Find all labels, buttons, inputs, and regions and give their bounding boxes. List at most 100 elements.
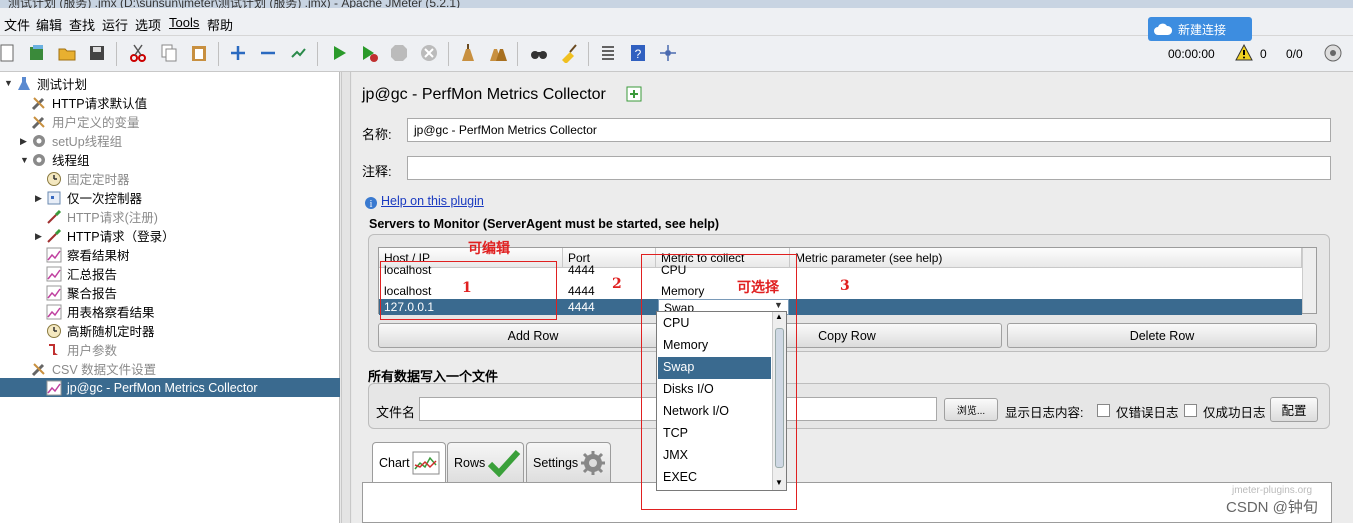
dropdown-option[interactable]: Disks I/O: [658, 379, 771, 401]
dropdown-scrollbar[interactable]: ▲ ▼: [772, 312, 786, 490]
tab-rows-label: Rows: [454, 455, 486, 470]
tree-node[interactable]: 察看结果树: [46, 245, 130, 264]
scroll-down-icon[interactable]: ▼: [775, 478, 783, 487]
tree-node[interactable]: setUp线程组: [31, 131, 122, 150]
toggle-icon[interactable]: [287, 42, 309, 64]
menu-edit[interactable]: 编辑: [36, 15, 62, 34]
table-cell-param[interactable]: [790, 283, 1302, 299]
plugin-watermark: jmeter-plugins.org: [1232, 485, 1313, 496]
open-icon[interactable]: [56, 42, 78, 64]
tab-settings[interactable]: Settings: [526, 442, 611, 482]
expand-arrow[interactable]: ▼: [4, 78, 13, 88]
stop-icon[interactable]: [388, 42, 410, 64]
function-helper-icon[interactable]: [597, 42, 619, 64]
dropdown-option[interactable]: JMX: [658, 445, 771, 467]
tree-node-label: CSV 数据文件设置: [52, 363, 157, 377]
copy-icon[interactable]: [158, 42, 180, 64]
delete-row-button[interactable]: Delete Row: [1007, 323, 1317, 348]
tree-node[interactable]: 聚合报告: [46, 283, 117, 302]
menu-search[interactable]: 查找: [69, 15, 95, 34]
tree-node[interactable]: 线程组: [31, 150, 90, 169]
tab-rows[interactable]: Rows: [447, 442, 524, 482]
tree-node[interactable]: 汇总报告: [46, 264, 117, 283]
success-only-checkbox[interactable]: [1184, 404, 1197, 417]
window-title: 测试计划 (服务) .jmx (D:\sunsun\jmeter\测试计划 (服…: [8, 0, 461, 8]
menu-file[interactable]: 文件: [4, 15, 30, 34]
dropdown-option[interactable]: Swap: [658, 357, 771, 379]
expand-arrow[interactable]: ▶: [35, 231, 42, 242]
cut-icon[interactable]: [127, 42, 149, 64]
menu-tools[interactable]: Tools: [169, 15, 199, 30]
comment-field[interactable]: [407, 156, 1331, 180]
tab-chart[interactable]: Chart: [372, 442, 446, 482]
servers-title: Servers to Monitor (ServerAgent must be …: [369, 217, 720, 231]
table-cell-param[interactable]: [790, 262, 1302, 278]
tree-node-label: 汇总报告: [67, 268, 118, 282]
expand-arrow[interactable]: ▶: [20, 136, 27, 147]
paste-icon[interactable]: [188, 42, 210, 64]
tree-node[interactable]: 用表格察看结果: [46, 302, 155, 321]
tree-node-label: HTTP请求（登录）: [67, 230, 175, 244]
table-scrollbar[interactable]: [1302, 248, 1316, 313]
configure-button[interactable]: 配置: [1270, 397, 1318, 422]
timer-icon: [46, 323, 62, 339]
tree-node[interactable]: 高斯随机定时器: [46, 321, 155, 340]
tree-node-label: 聚合报告: [67, 287, 118, 301]
tree-node[interactable]: HTTP请求(注册): [46, 207, 158, 226]
shutdown-icon[interactable]: [418, 42, 440, 64]
start-no-pauses-icon[interactable]: [358, 42, 380, 64]
tree-node[interactable]: 固定定时器: [46, 169, 130, 188]
table-cell-param[interactable]: [790, 299, 1302, 315]
scroll-up-icon[interactable]: ▲: [775, 312, 783, 321]
tree-node[interactable]: 测试计划: [16, 74, 87, 93]
clear-icon[interactable]: [457, 42, 479, 64]
cloud-connect-button[interactable]: 新建连接: [1148, 17, 1252, 41]
metric-dropdown-list[interactable]: CPU Memory Swap Disks I/O Network I/O TCP JMX E…: [656, 311, 787, 491]
annotation-selectable: 可选择: [737, 280, 779, 296]
expand-panel-icon[interactable]: [626, 86, 642, 102]
dropdown-option[interactable]: Memory: [658, 335, 771, 357]
split-pane-divider[interactable]: [341, 72, 351, 523]
tree-node[interactable]: CSV 数据文件设置: [31, 359, 156, 378]
tree-node-label: 用户定义的变量: [52, 116, 140, 130]
templates-icon[interactable]: [26, 42, 48, 64]
chart-area: [362, 482, 1332, 523]
tree-node[interactable]: jp@gc - PerfMon Metrics Collector: [0, 378, 340, 397]
errors-only-checkbox[interactable]: [1097, 404, 1110, 417]
settings-icon[interactable]: [1322, 42, 1344, 64]
help-link[interactable]: Help on this plugin: [381, 194, 484, 208]
dropdown-scroll-thumb[interactable]: [775, 328, 784, 468]
new-icon[interactable]: [0, 42, 18, 64]
remote-icon[interactable]: [657, 42, 679, 64]
tree-node[interactable]: 仅一次控制器: [46, 188, 142, 207]
tab-chart-label: Chart: [379, 455, 410, 470]
reset-search-icon[interactable]: [558, 42, 580, 64]
browse-button[interactable]: 浏览...: [944, 398, 998, 421]
expand-arrow[interactable]: ▶: [35, 193, 42, 204]
graph-icon: [46, 304, 62, 320]
collapse-icon[interactable]: [257, 42, 279, 64]
expand-arrow[interactable]: ▼: [20, 155, 29, 165]
warning-icon[interactable]: [1233, 42, 1255, 64]
wrench-icon: [31, 95, 47, 111]
file-label: 文件名: [376, 405, 416, 420]
search-icon[interactable]: [528, 42, 550, 64]
save-icon[interactable]: [86, 42, 108, 64]
help-icon[interactable]: ?: [627, 42, 649, 64]
menu-run[interactable]: 运行: [102, 15, 128, 34]
tree-node[interactable]: 用户参数: [46, 340, 117, 359]
menu-options[interactable]: 选项: [135, 15, 161, 34]
dropdown-option[interactable]: Network I/O: [658, 401, 771, 423]
dropdown-option[interactable]: CPU: [658, 313, 771, 335]
name-field[interactable]: jp@gc - PerfMon Metrics Collector: [407, 118, 1331, 142]
expand-icon[interactable]: [227, 42, 249, 64]
dropdown-option[interactable]: EXEC: [658, 467, 771, 489]
start-icon[interactable]: [328, 42, 350, 64]
clear-all-icon[interactable]: [487, 42, 509, 64]
tree-node[interactable]: HTTP请求默认值: [31, 93, 147, 112]
menu-help[interactable]: 帮助: [207, 15, 233, 34]
dropdown-option[interactable]: TCP: [658, 423, 771, 445]
tree-node[interactable]: HTTP请求（登录）: [46, 226, 175, 245]
gear-icon: [31, 152, 47, 168]
tree-node[interactable]: 用户定义的变量: [31, 112, 140, 131]
